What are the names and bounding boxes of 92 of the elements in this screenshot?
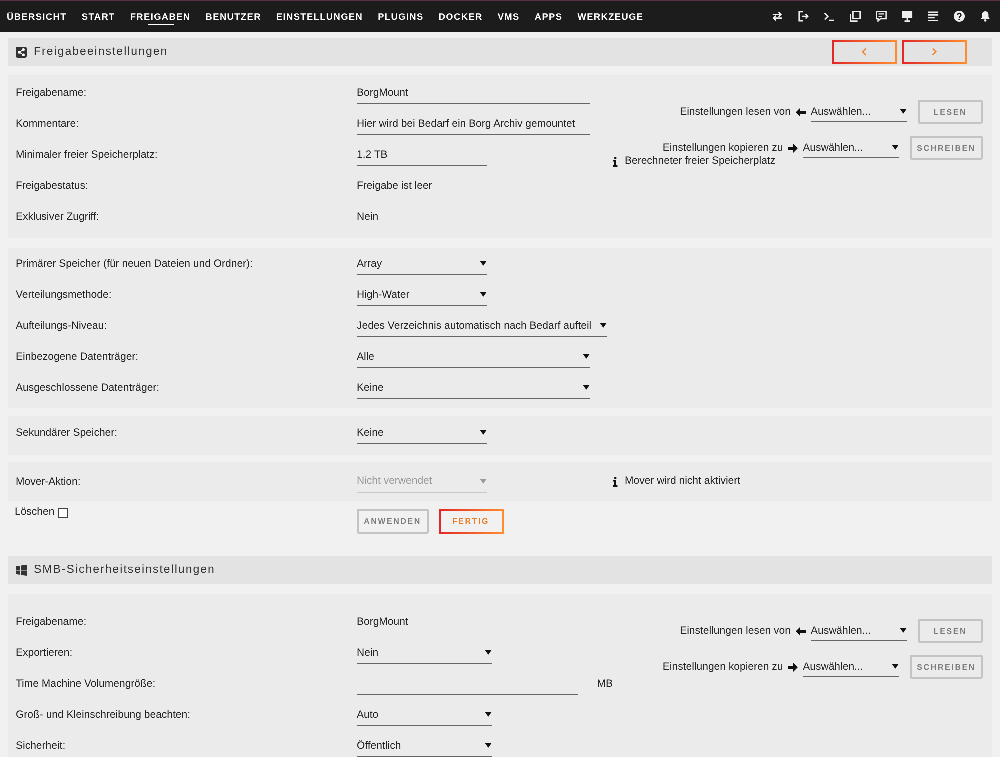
info-text: Berechneter freier Speicherplatz	[625, 155, 776, 168]
field-label: Primärer Speicher (für neuen Dateien und Ordner):	[16, 258, 253, 270]
field-label: Verteilungsmethode:	[16, 289, 112, 301]
caret-icon	[485, 743, 492, 748]
dropdown[interactable]: Auswählen...	[811, 621, 907, 641]
nav-tab[interactable]: APPS	[534, 1, 563, 32]
field-value: Freigabe ist leer	[357, 180, 432, 192]
info-icon	[613, 156, 618, 166]
chevron-right-icon	[932, 48, 937, 56]
nav-tab[interactable]: EINSTELLUNGEN	[276, 1, 364, 32]
next-button[interactable]	[902, 40, 967, 64]
field-label: Freigabename:	[16, 616, 87, 628]
field-label: Einbezogene Datenträger:	[16, 351, 139, 363]
dropdown[interactable]: Jedes Verzeichnis automatisch nach Bedarf aufteil	[357, 315, 607, 337]
caret-icon	[485, 712, 492, 717]
window-panes-icon	[16, 564, 27, 576]
field-label: Groß- und Kleinschreibung beachten:	[16, 709, 191, 721]
nav-tab[interactable]: FREIGABEN	[130, 1, 191, 32]
dropdown[interactable]: Auswählen...	[803, 657, 900, 677]
unit-label: MB	[597, 678, 613, 690]
field-label: Freigabename:	[16, 87, 87, 99]
settings-label: Einstellungen kopieren zu	[662, 142, 784, 154]
nav-tab[interactable]: VMS	[498, 1, 520, 32]
swap-arrows-icon[interactable]	[772, 11, 783, 22]
nav-tab[interactable]: DOCKER	[438, 1, 483, 32]
share-icon	[16, 46, 27, 58]
caret-icon	[900, 109, 907, 114]
dropdown[interactable]: Array	[357, 253, 487, 275]
info-icon	[613, 476, 618, 486]
checkbox[interactable]	[58, 508, 68, 518]
help-icon[interactable]	[954, 11, 965, 22]
settings-label: Einstellungen lesen von	[680, 625, 791, 637]
caret-icon	[583, 385, 590, 390]
caret-icon	[583, 354, 590, 359]
text-lines-icon[interactable]	[928, 11, 939, 22]
field-value: Nein	[357, 211, 379, 223]
field-label: Aufteilungs-Niveau:	[16, 320, 108, 332]
field-label: Mover-Aktion:	[16, 476, 81, 488]
nav-tab[interactable]: PLUGINS	[378, 1, 424, 32]
dropdown[interactable]: Keine	[357, 377, 590, 399]
text-field[interactable]: BorgMount	[357, 82, 590, 104]
dropdown[interactable]: Auswählen...	[811, 102, 907, 122]
bell-icon[interactable]	[980, 11, 991, 22]
delete-label: Löschen	[15, 506, 55, 519]
nav-tab[interactable]: BENUTZER	[206, 1, 262, 32]
field-label: Exklusiver Zugriff:	[16, 211, 100, 223]
caret-icon	[600, 323, 607, 328]
field-label: Sekundärer Speicher:	[16, 427, 118, 439]
nav-tab[interactable]: START	[82, 1, 116, 32]
dropdown[interactable]: Alle	[357, 346, 590, 368]
dropdown[interactable]: High-Water	[357, 284, 487, 306]
arrow-left-icon	[796, 626, 806, 636]
caret-icon	[480, 261, 487, 266]
text-field[interactable]: Hier wird bei Bedarf ein Borg Archiv gemountet	[357, 113, 590, 135]
field-label: Exportieren:	[16, 647, 73, 659]
info-text: Mover wird nicht aktiviert	[625, 475, 741, 488]
dropdown[interactable]: Auto	[357, 704, 492, 726]
text-field[interactable]: 1.2 TB	[357, 144, 487, 166]
field-value: BorgMount	[357, 616, 408, 628]
arrow-right-icon	[788, 144, 798, 152]
field-label: Sicherheit:	[16, 740, 66, 752]
arrow-left-icon	[796, 108, 806, 116]
nav-tab[interactable]: WERKZEUGE	[578, 1, 644, 32]
field-label: Ausgeschlossene Datenträger:	[16, 382, 160, 394]
section-title: SMB-Sicherheitseinstellungen	[34, 564, 216, 576]
field-label: Time Machine Volumengröße:	[16, 678, 156, 690]
dropdown[interactable]: Nein	[357, 642, 492, 664]
previous-button[interactable]	[832, 40, 897, 64]
caret-icon	[900, 628, 907, 633]
nav-tab[interactable]: ÜBERSICHT	[7, 1, 67, 32]
terminal-icon[interactable]	[824, 11, 835, 22]
caret-icon	[892, 145, 900, 150]
field-label: Kommentare:	[16, 118, 80, 130]
settings-label: Einstellungen kopieren zu	[662, 661, 784, 673]
dropdown[interactable]: Öffentlich	[357, 735, 492, 757]
monitor-icon[interactable]	[902, 11, 913, 22]
caret-icon	[480, 430, 487, 435]
dropdown[interactable]: Auswählen...	[803, 138, 900, 158]
caret-icon	[480, 478, 487, 484]
field-label: Freigabestatus:	[16, 180, 88, 192]
settings-label: Einstellungen lesen von	[680, 106, 791, 118]
section-title: Freigabeeinstellungen	[34, 46, 168, 58]
caret-icon	[480, 292, 487, 297]
caret-icon	[485, 650, 492, 655]
copy-icon[interactable]	[850, 11, 861, 22]
chevron-left-icon	[862, 48, 867, 56]
message-icon[interactable]	[876, 11, 887, 22]
caret-icon	[892, 664, 900, 669]
field-label: Minimaler freier Speicherplatz:	[16, 149, 158, 161]
arrow-right-icon	[788, 662, 798, 672]
dropdown[interactable]: Keine	[357, 422, 487, 444]
logout-icon[interactable]	[798, 11, 809, 22]
